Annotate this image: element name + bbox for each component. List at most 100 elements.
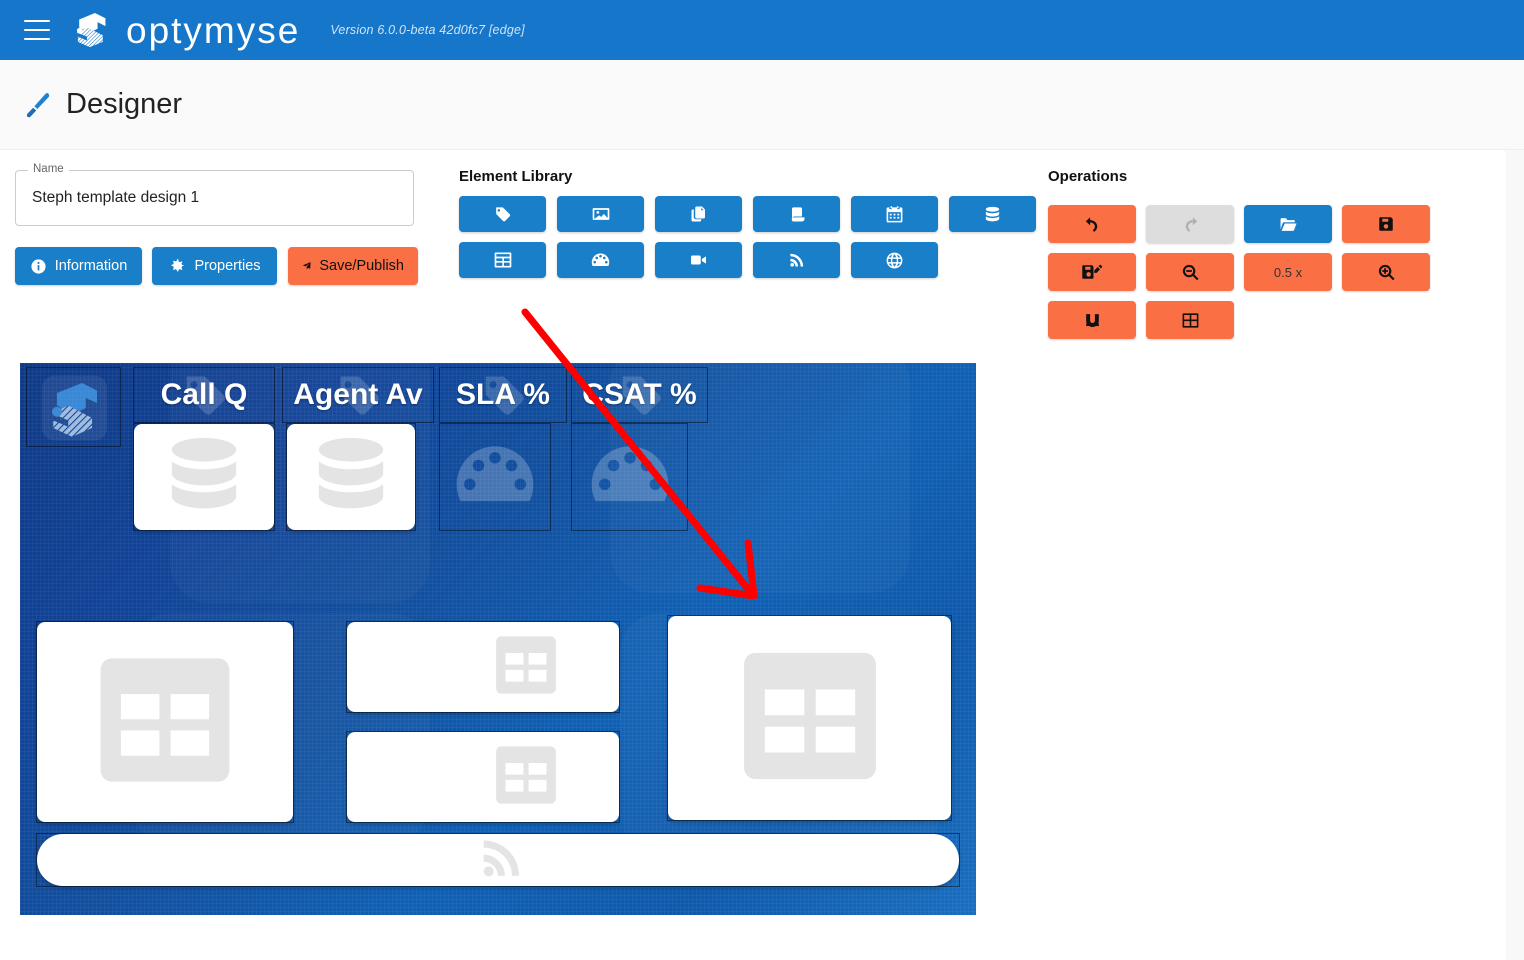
undo-arrow-icon — [1085, 216, 1097, 232]
table-icon — [487, 736, 565, 819]
database-icon — [985, 206, 1000, 221]
paintbrush-icon — [26, 92, 50, 117]
element-datastack-button[interactable] — [949, 196, 1036, 232]
tag-icon — [496, 206, 511, 221]
database-icon — [305, 429, 397, 526]
table-icon — [724, 630, 896, 807]
image-icon — [592, 208, 609, 220]
save-button[interactable] — [1342, 205, 1430, 243]
element-image-button[interactable] — [557, 196, 644, 232]
magnet-icon — [1085, 313, 1099, 327]
gauge-icon — [440, 424, 550, 530]
zoom-out-button[interactable] — [1146, 253, 1234, 291]
canvas-label-agentav-text: Agent Av — [293, 378, 423, 411]
template-name-input[interactable] — [30, 188, 400, 208]
page-title-bar: Designer — [0, 60, 1524, 150]
globe-icon — [886, 252, 903, 268]
element-tag-button[interactable] — [459, 196, 546, 232]
canvas-logo-element[interactable] — [26, 367, 121, 447]
undo-button[interactable] — [1048, 205, 1136, 243]
open-button[interactable] — [1244, 205, 1332, 243]
element-ticker-button[interactable] — [753, 196, 840, 232]
floppy-save-icon — [1379, 217, 1393, 231]
information-button-label: Information — [54, 258, 128, 274]
element-web-button[interactable] — [851, 242, 938, 278]
element-table-button[interactable] — [459, 242, 546, 278]
paper-plane-icon — [302, 262, 311, 270]
redo-arrow-icon — [1185, 216, 1197, 232]
canvas-widget-sla-gauge[interactable] — [439, 423, 551, 531]
canvas-widget-csat-gauge[interactable] — [571, 423, 688, 531]
canvas-label-callq-text: Call Q — [160, 378, 248, 411]
properties-button[interactable]: Properties — [152, 247, 277, 285]
canvas-label-callq[interactable]: Call Q — [133, 367, 275, 423]
operations-heading: Operations — [1048, 168, 1128, 185]
zoom-level-display[interactable]: 0.5 x — [1244, 253, 1332, 291]
element-video-button[interactable] — [655, 242, 742, 278]
floppy-pencil-icon — [1082, 264, 1103, 279]
canvas-label-sla[interactable]: SLA % — [439, 367, 567, 423]
optymyse-logo-icon — [42, 375, 107, 441]
video-icon — [691, 255, 706, 265]
redo-button[interactable] — [1146, 205, 1234, 243]
magnifier-minus-icon — [1182, 264, 1199, 280]
copy-pages-icon — [691, 206, 705, 222]
designer-panel: Name Information Properties Save/Publish… — [0, 150, 1506, 960]
scroll-icon — [790, 207, 804, 222]
snap-to-grid-button[interactable] — [1048, 301, 1136, 339]
toggle-grid-button[interactable] — [1146, 301, 1234, 339]
element-page-button[interactable] — [655, 196, 742, 232]
design-canvas[interactable]: Call Q Agent Av SLA % CSAT % — [20, 363, 976, 915]
element-library-heading: Element Library — [459, 168, 573, 185]
element-calendar-button[interactable] — [851, 196, 938, 232]
template-name-legend: Name — [28, 163, 69, 175]
element-rss-button[interactable] — [753, 242, 840, 278]
canvas-widget-table-right[interactable] — [667, 615, 952, 821]
template-name-field[interactable]: Name — [15, 163, 414, 226]
widget-card — [287, 424, 415, 530]
grid-toggle-icon — [1182, 312, 1198, 328]
calendar-icon — [886, 205, 903, 222]
rss-icon — [477, 833, 527, 888]
widget-card — [347, 622, 619, 712]
save-publish-button[interactable]: Save/Publish — [288, 247, 418, 285]
canvas-label-csat[interactable]: CSAT % — [571, 367, 708, 423]
gauge-icon — [572, 424, 687, 530]
save-as-button[interactable] — [1048, 253, 1136, 291]
canvas-widget-callq-stack[interactable] — [133, 423, 275, 531]
table-icon — [494, 252, 511, 268]
canvas-widget-rss-ticker[interactable] — [36, 833, 960, 887]
canvas-label-agentav[interactable]: Agent Av — [282, 367, 434, 423]
folder-open-icon — [1280, 217, 1297, 231]
canvas-widget-table-mid-top[interactable] — [346, 621, 620, 713]
widget-card — [347, 732, 619, 822]
info-circle-icon — [31, 258, 46, 274]
table-icon — [81, 636, 249, 809]
zoom-in-button[interactable] — [1342, 253, 1430, 291]
page-title: Designer — [66, 88, 183, 120]
hamburger-bar — [24, 20, 50, 22]
canvas-widget-table-left[interactable] — [36, 621, 294, 823]
gear-icon — [172, 259, 185, 272]
widget-card — [134, 424, 274, 530]
gauge-icon — [591, 253, 610, 266]
information-button[interactable]: Information — [15, 247, 142, 285]
database-icon — [158, 429, 250, 526]
save-publish-button-label: Save/Publish — [319, 258, 404, 274]
widget-card — [668, 616, 951, 820]
optymyse-logo-icon — [76, 12, 106, 48]
widget-card — [37, 622, 293, 822]
canvas-label-csat-text: CSAT % — [582, 378, 697, 411]
zoom-level-label: 0.5 x — [1273, 264, 1303, 280]
element-gauge-button[interactable] — [557, 242, 644, 278]
hamburger-bar — [24, 38, 50, 40]
canvas-widget-table-mid-bottom[interactable] — [346, 731, 620, 823]
table-icon — [487, 626, 565, 709]
hamburger-bar — [24, 29, 50, 31]
page-right-gutter — [1506, 150, 1524, 960]
canvas-widget-agentav-stack[interactable] — [286, 423, 416, 531]
rss-icon — [789, 253, 803, 267]
magnifier-plus-icon — [1378, 264, 1395, 280]
brand-name: optymyse — [126, 9, 301, 51]
hamburger-menu-icon[interactable] — [24, 20, 50, 40]
